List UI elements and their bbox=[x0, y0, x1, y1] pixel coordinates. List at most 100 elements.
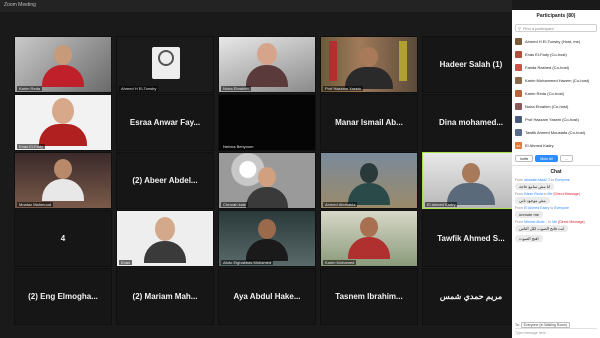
chat-message-text: انت فاتح الصوت لكل الناس bbox=[515, 225, 569, 232]
participant-name: Prof Hazzam Yasein (Co-host) bbox=[525, 117, 579, 122]
chat-message-sender: From El Ahmed Kadry to Everyone bbox=[515, 206, 597, 210]
participant-avatar bbox=[117, 37, 213, 92]
video-tile[interactable]: Enas bbox=[116, 210, 214, 267]
participant-name-caption: Ahmed H El-Tonsby bbox=[119, 86, 159, 91]
video-tile-active-speaker[interactable]: El ahmed Kadry bbox=[422, 152, 520, 209]
from-word: From bbox=[515, 206, 524, 210]
participant-row[interactable]: Enas El-Fady (Co-host) bbox=[512, 48, 600, 61]
window-title: Zoom Meeting bbox=[4, 2, 36, 8]
participant-row[interactable]: Farida Rashed (Co-host) bbox=[512, 61, 600, 74]
sender-name: Mhnice Abde... bbox=[524, 220, 548, 224]
search-placeholder: Find a participant bbox=[522, 25, 554, 31]
video-tile[interactable]: مريم حمدي شمس bbox=[422, 268, 520, 325]
participant-name: 4 bbox=[60, 234, 66, 243]
video-tile[interactable]: Tawfik Ahmed S... bbox=[422, 210, 520, 267]
avatar bbox=[515, 77, 522, 84]
avatar bbox=[515, 116, 522, 123]
video-tile[interactable]: Abdo Elghabbas Mohamed bbox=[218, 210, 316, 267]
chat-header: Chat bbox=[512, 165, 600, 177]
video-tile[interactable]: Karim Mohamed bbox=[320, 210, 418, 267]
video-tile[interactable]: Prof Hazzam Yasein bbox=[320, 36, 418, 93]
recipient-name: Everyone bbox=[554, 206, 569, 210]
participant-video bbox=[219, 37, 315, 92]
participant-name-caption: Noira Ebrahim bbox=[221, 86, 251, 91]
chat-message: From Karim Reda to Me (Direct Message) مش… bbox=[512, 191, 600, 205]
participant-name-caption: El ahmed Kadry bbox=[425, 202, 458, 207]
participant-name: (2) Mariam Mah... bbox=[132, 292, 198, 301]
avatar bbox=[515, 90, 522, 97]
video-tile[interactable]: (2) Eng Elmogha... bbox=[14, 268, 112, 325]
from-word: From bbox=[515, 192, 524, 196]
participant-name: Tawfik Ahmed S... bbox=[437, 234, 505, 243]
chat-message-sender: From abdallah taaa2 2 to Everyone bbox=[515, 178, 597, 182]
chat-message: افتح الصوت bbox=[512, 233, 600, 243]
video-tile[interactable]: Manar Ismail Ab... bbox=[320, 94, 418, 151]
video-tile[interactable]: Neivna Benyoum bbox=[218, 94, 316, 151]
participant-video bbox=[117, 211, 213, 266]
side-panel: Participants (80) ⚲ Find a participant A… bbox=[512, 10, 600, 338]
chat-input[interactable]: Type message here... bbox=[515, 328, 597, 335]
participant-video bbox=[15, 37, 111, 92]
participant-name: Ahmed H El-Tonsby (Host, me) bbox=[525, 39, 581, 44]
direct-message-tag: (Direct Message) bbox=[553, 192, 581, 196]
avatar bbox=[515, 51, 522, 58]
video-tile[interactable]: (2) Abeer Abdel... bbox=[116, 152, 214, 209]
participant-name: Farida Rashed (Co-host) bbox=[525, 65, 570, 70]
video-tile[interactable]: Ahmed H El-Tonsby bbox=[116, 36, 214, 93]
participant-list: Ahmed H El-Tonsby (Host, me) Enas El-Fady… bbox=[512, 35, 600, 152]
video-tile[interactable]: Aya Abdul Hake... bbox=[218, 268, 316, 325]
video-tile[interactable]: Karim Reda bbox=[14, 36, 112, 93]
video-tile[interactable]: Enas El-Fady bbox=[14, 94, 112, 151]
participant-name-caption: Karim Mohamed bbox=[323, 260, 357, 265]
participant-row[interactable]: Prof Hazzam Yasein (Co-host) bbox=[512, 113, 600, 126]
video-tile[interactable]: (2) Mariam Mah... bbox=[116, 268, 214, 325]
video-tile[interactable]: Moataz Mahmoud bbox=[14, 152, 112, 209]
participant-name-caption: Karim Reda bbox=[17, 86, 43, 91]
participant-row[interactable]: Ahmed H El-Tonsby (Host, me) bbox=[512, 35, 600, 48]
avatar bbox=[515, 64, 522, 71]
participant-row[interactable]: Tawfik Ahmed Moustafa (Co-host) bbox=[512, 126, 600, 139]
sender-name: Karim Reda bbox=[524, 192, 543, 196]
participant-video bbox=[321, 37, 417, 92]
participant-video bbox=[321, 211, 417, 266]
chat-message-text: افتح الصوت bbox=[515, 235, 543, 242]
participant-name-caption: Abdo Elghabbas Mohamed bbox=[221, 260, 274, 265]
mute-all-button[interactable]: Mute All bbox=[535, 155, 558, 162]
recipient-name: Everyone bbox=[554, 178, 570, 182]
avatar: EA bbox=[515, 142, 522, 149]
participant-video bbox=[219, 211, 315, 266]
participant-search[interactable]: ⚲ Find a participant bbox=[515, 24, 597, 32]
participant-name-caption: Moataz Mahmoud bbox=[17, 202, 54, 207]
participant-video bbox=[15, 95, 111, 150]
video-tile[interactable]: 4 bbox=[14, 210, 112, 267]
video-tile[interactable]: Esraa Anwar Fay... bbox=[116, 94, 214, 151]
chat-recipient: To: Everyone (in Waiting Room) bbox=[515, 322, 571, 328]
more-button[interactable]: ... bbox=[559, 155, 573, 162]
video-tile[interactable]: Ahmed Abohabla bbox=[320, 152, 418, 209]
participant-row[interactable]: EA El Ahmed Kadry bbox=[512, 139, 600, 152]
participant-actions: Invite Mute All ... bbox=[512, 152, 600, 165]
participant-name: Tasnem Ibrahim... bbox=[335, 292, 403, 301]
video-gallery: Karim Reda Ahmed H El-Tonsby Noira Ebrah… bbox=[14, 36, 520, 336]
video-tile[interactable]: Dina mohamed... bbox=[422, 94, 520, 151]
participant-row[interactable]: Karim Mohammed Hazem (Co-host) bbox=[512, 74, 600, 87]
video-tile[interactable]: Chrorah kale bbox=[218, 152, 316, 209]
video-tile[interactable]: Tasnem Ibrahim... bbox=[320, 268, 418, 325]
participant-name: Tawfik Ahmed Moustafa (Co-host) bbox=[525, 130, 586, 135]
participant-name: Karim Reda (Co-host) bbox=[525, 91, 564, 96]
to-word: to bbox=[551, 178, 554, 182]
video-tile[interactable]: Hadeer Salah (1) bbox=[422, 36, 520, 93]
from-word: From bbox=[515, 178, 524, 182]
participant-video bbox=[15, 153, 111, 208]
chat-message-text: unmute me bbox=[515, 211, 544, 218]
video-tile[interactable]: Noira Ebrahim bbox=[218, 36, 316, 93]
participant-name: Aya Abdul Hake... bbox=[233, 292, 301, 301]
participant-name-caption: Ahmed Abohabla bbox=[323, 202, 358, 207]
direct-message-tag: (Direct Message) bbox=[558, 220, 585, 224]
to-word: to bbox=[550, 206, 554, 210]
invite-button[interactable]: Invite bbox=[515, 155, 534, 162]
participant-name: Manar Ismail Ab... bbox=[335, 118, 403, 127]
participant-name: (2) Eng Elmogha... bbox=[28, 292, 98, 301]
participant-row[interactable]: Noira Ebrahim (Co-host) bbox=[512, 100, 600, 113]
participant-row[interactable]: Karim Reda (Co-host) bbox=[512, 87, 600, 100]
